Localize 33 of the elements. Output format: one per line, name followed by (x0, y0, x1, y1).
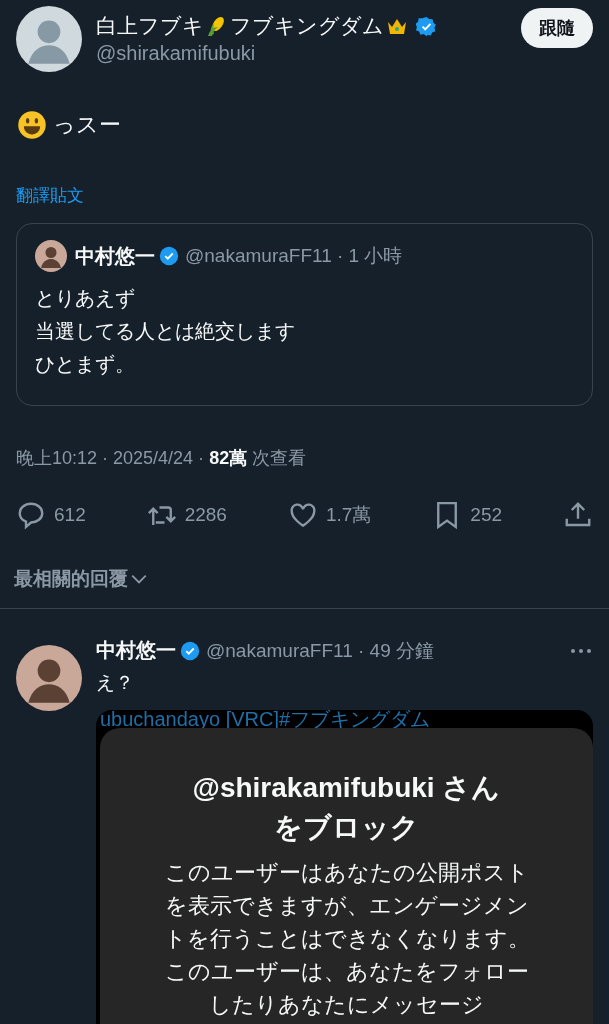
more-icon[interactable] (569, 646, 593, 655)
handle-and-time: @nakamuraFF11 · 1 小時 (185, 244, 403, 268)
dialog-body: このユーザーはあなたの公開ポストを表示できますが、エンゲージメントを行うことはできなくなります。このユーザーは、あなたをフォローしたりあなたにメッセージ (162, 859, 531, 1019)
translate-link[interactable]: 翻譯貼文 (16, 184, 84, 207)
attached-screenshot[interactable]: ubuchandayo [VRC]#フブキングダム @shirakamifubuki さん をブロック このユーザーはあなたの公開ポストを表示できますが、エンゲージメントを行うことはできなくなります。このユーザーは、あなたをフォローしたりあなたにメッセージ (96, 710, 593, 1024)
quoted-post[interactable]: 中村悠一 @nakamuraFF11 · 1 小時 とりあえず 当選してる人とは絶交します ひとまず。 (16, 223, 593, 406)
author-handle[interactable]: @shirakamifubuki (96, 42, 507, 65)
smiley-icon (17, 110, 47, 140)
avatar[interactable] (35, 240, 67, 272)
author-name[interactable]: 中村悠一 (75, 242, 155, 270)
handle-and-time: @nakamuraFF11 · 49 分鐘 (206, 638, 434, 663)
author-name[interactable]: 白上フブキ (96, 12, 204, 40)
action-count: 252 (470, 504, 502, 526)
follow-button[interactable]: 跟隨 (521, 8, 593, 48)
dialog-title-line: をブロック (274, 811, 419, 845)
action-count: 1.7萬 (325, 503, 372, 527)
quote-text-line: とりあえず (35, 286, 136, 311)
avatar[interactable] (16, 645, 82, 711)
quote-text-line: 当選してる人とは絶交します (35, 319, 296, 344)
reply-icon[interactable] (16, 500, 46, 530)
reply-text: え？ (96, 671, 135, 695)
action-count: 612 (54, 504, 86, 526)
quote-text-line: ひとまず。 (35, 352, 136, 377)
screenshot-background-text: ubuchandayo [VRC]#フブキングダム (99, 710, 432, 728)
sort-dropdown[interactable]: 最相關的回覆 (14, 566, 148, 592)
author-name[interactable]: フブキングダム (230, 12, 384, 40)
author-name[interactable]: 中村悠一 (96, 637, 176, 664)
heart-icon[interactable] (287, 500, 318, 530)
post-metadata: 晚上10:12 · 2025/4/24 · 82萬 次查看 (16, 447, 308, 470)
action-count: 2286 (184, 504, 227, 526)
dialog-title-line: @shirakamifubuki さん (192, 771, 501, 805)
avatar[interactable] (16, 6, 82, 72)
post-text: っスー (53, 111, 121, 139)
